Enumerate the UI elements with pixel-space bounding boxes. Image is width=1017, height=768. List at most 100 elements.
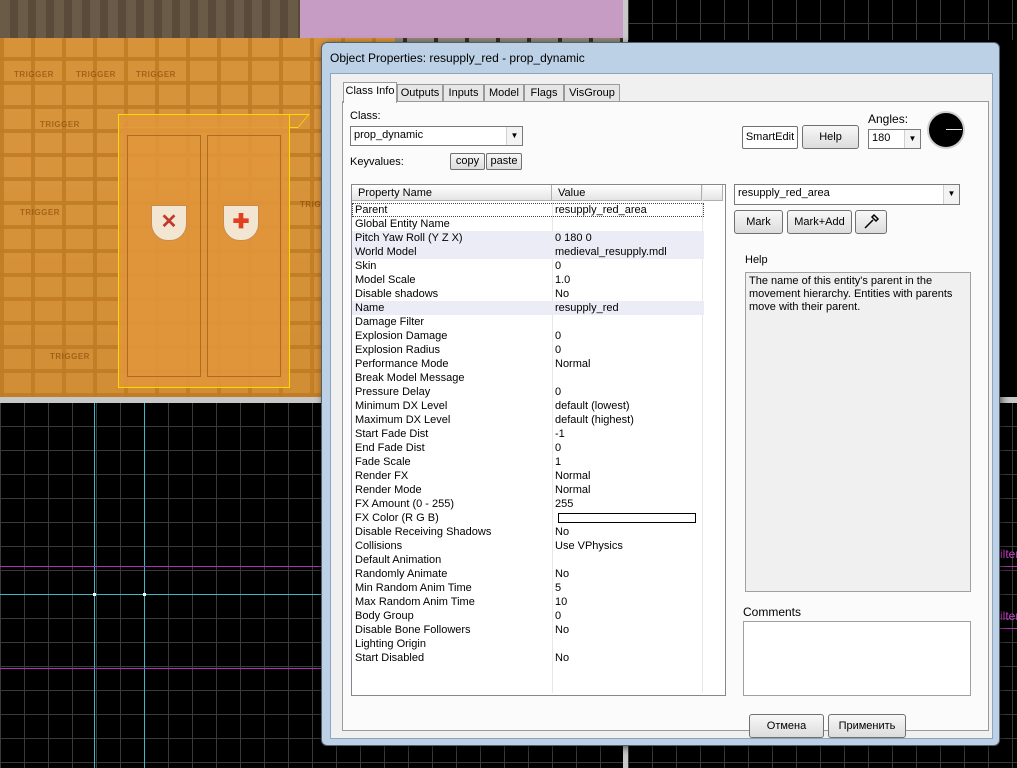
grid-row[interactable]: FX Amount (0 - 255) 255: [352, 497, 704, 511]
copy-button[interactable]: copy: [450, 153, 485, 170]
viewport-top-right[interactable]: [628, 0, 1017, 40]
property-name-cell: World Model: [355, 246, 417, 258]
property-value-cell: default (highest): [555, 414, 634, 426]
apply-button[interactable]: Применить: [828, 714, 906, 738]
trigger-texture-text: TRIGGER: [136, 70, 176, 79]
property-value-cell: medieval_resupply.mdl: [555, 246, 667, 258]
grid-row[interactable]: Start Disabled No: [352, 651, 704, 665]
grid-row[interactable]: World Model medieval_resupply.mdl: [352, 245, 704, 259]
chevron-down-icon[interactable]: ▼: [506, 127, 522, 145]
grid-guide-line: [94, 403, 95, 768]
class-combo-value: prop_dynamic: [354, 129, 424, 141]
property-value-cell: 0: [555, 442, 562, 454]
grid-row[interactable]: Randomly Animate No: [352, 567, 704, 581]
property-name-cell: Disable Bone Followers: [355, 624, 471, 636]
vertex-handle[interactable]: [143, 593, 146, 596]
grid-row[interactable]: Collisions Use VPhysics: [352, 539, 704, 553]
grid-row[interactable]: Model Scale 1.0: [352, 273, 704, 287]
tab-flags[interactable]: Flags: [524, 84, 564, 102]
grid-row[interactable]: Break Model Message: [352, 371, 704, 385]
dialog-titlebar[interactable]: Object Properties: resupply_red - prop_d…: [322, 43, 999, 73]
grid-row[interactable]: Min Random Anim Time 5: [352, 581, 704, 595]
property-value-cell: 0 180 0: [555, 232, 592, 244]
mark-add-button[interactable]: Mark+Add: [787, 210, 852, 234]
trigger-texture-text: TRIGGER: [40, 120, 80, 129]
grid-row[interactable]: Pressure Delay 0: [352, 385, 704, 399]
help-button[interactable]: Help: [802, 125, 859, 149]
tab-class-info[interactable]: Class Info: [343, 82, 397, 103]
grid-row[interactable]: Explosion Radius 0: [352, 343, 704, 357]
cancel-button[interactable]: Отмена: [749, 714, 824, 738]
medical-cross-shield-icon: ✚: [223, 205, 259, 241]
value-combo[interactable]: resupply_red_area ▼: [734, 184, 960, 205]
chevron-down-icon[interactable]: ▼: [904, 130, 920, 148]
grid-row[interactable]: Parent resupply_red_area: [352, 203, 704, 217]
angles-combo[interactable]: 180 ▼: [868, 129, 921, 149]
crossed-swords-shield-icon: ✕: [151, 205, 187, 241]
property-name-cell: Render FX: [355, 470, 409, 482]
angles-label: Angles:: [868, 112, 909, 126]
property-name-cell: Minimum DX Level: [355, 400, 448, 412]
comments-label: Comments: [743, 605, 802, 619]
grid-row[interactable]: Disable Receiving Shadows No: [352, 525, 704, 539]
value-combo-text: resupply_red_area: [738, 187, 830, 199]
property-value-cell: Normal: [555, 470, 591, 482]
grid-guide-line: [144, 403, 145, 768]
property-value-cell: default (lowest): [555, 400, 630, 412]
property-name-cell: Min Random Anim Time: [355, 582, 472, 594]
paste-button[interactable]: paste: [486, 153, 522, 170]
property-name-cell: Explosion Radius: [355, 344, 440, 356]
grid-row[interactable]: Pitch Yaw Roll (Y Z X) 0 180 0: [352, 231, 704, 245]
column-header-value[interactable]: Value: [552, 185, 702, 201]
grid-row[interactable]: Default Animation: [352, 553, 704, 567]
grid-row[interactable]: Render Mode Normal: [352, 483, 704, 497]
grid-row[interactable]: Explosion Damage 0: [352, 329, 704, 343]
tab-outputs[interactable]: Outputs: [397, 84, 443, 102]
grid-row[interactable]: FX Color (R G B): [352, 511, 704, 525]
smartedit-button[interactable]: SmartEdit: [742, 126, 798, 149]
color-swatch[interactable]: [558, 513, 696, 523]
grid-row[interactable]: Maximum DX Level default (highest): [352, 413, 704, 427]
property-name-cell: Max Random Anim Time: [355, 596, 475, 608]
grid-row[interactable]: Fade Scale 1: [352, 455, 704, 469]
grid-row[interactable]: Lighting Origin: [352, 637, 704, 651]
column-header-property-name[interactable]: Property Name: [352, 185, 552, 201]
class-combo[interactable]: prop_dynamic ▼: [350, 126, 523, 146]
tab-visgroup[interactable]: VisGroup: [564, 84, 620, 102]
grid-row[interactable]: End Fade Dist 0: [352, 441, 704, 455]
eyedropper-button[interactable]: [855, 210, 887, 234]
resupply-cabinet-prop[interactable]: ✕ ✚: [118, 114, 290, 388]
grid-row[interactable]: Name resupply_red: [352, 301, 704, 315]
dialog-client-area: Class Info Outputs Inputs Model Flags Vi…: [330, 73, 993, 739]
grid-row[interactable]: Body Group 0: [352, 609, 704, 623]
tab-model[interactable]: Model: [484, 84, 524, 102]
property-name-cell: Parent: [355, 204, 388, 216]
grid-row[interactable]: Start Fade Dist -1: [352, 427, 704, 441]
mark-button[interactable]: Mark: [734, 210, 783, 234]
property-name-cell: FX Amount (0 - 255): [355, 498, 455, 510]
keyvalues-label: Keyvalues:: [350, 156, 404, 168]
keyvalues-grid[interactable]: Property Name Value Parent resupply_red_a…: [351, 184, 726, 696]
property-name-cell: Render Mode: [355, 484, 422, 496]
vertex-handle[interactable]: [93, 593, 96, 596]
property-value-cell: No: [555, 652, 570, 664]
grid-row[interactable]: Max Random Anim Time 10: [352, 595, 704, 609]
comments-textarea[interactable]: [743, 621, 971, 696]
property-name-cell: Explosion Damage: [355, 330, 448, 342]
grid-row[interactable]: Disable shadows No: [352, 287, 704, 301]
grid-row[interactable]: Render FX Normal: [352, 469, 704, 483]
grid-row[interactable]: Skin 0: [352, 259, 704, 273]
grid-row[interactable]: Disable Bone Followers No: [352, 623, 704, 637]
property-value-cell: 5: [555, 582, 562, 594]
dialog-title: Object Properties: resupply_red - prop_d…: [330, 51, 585, 65]
grid-row[interactable]: Global Entity Name: [352, 217, 704, 231]
grid-row[interactable]: Performance Mode Normal: [352, 357, 704, 371]
object-properties-dialog: Object Properties: resupply_red - prop_d…: [321, 42, 1000, 746]
angle-compass-dial[interactable]: [927, 111, 965, 149]
tab-inputs[interactable]: Inputs: [443, 84, 484, 102]
grid-row[interactable]: Minimum DX Level default (lowest): [352, 399, 704, 413]
chevron-down-icon[interactable]: ▼: [943, 185, 959, 204]
property-name-cell: Body Group: [355, 610, 414, 622]
property-value-cell: 0: [555, 610, 562, 622]
grid-row[interactable]: Damage Filter: [352, 315, 704, 329]
